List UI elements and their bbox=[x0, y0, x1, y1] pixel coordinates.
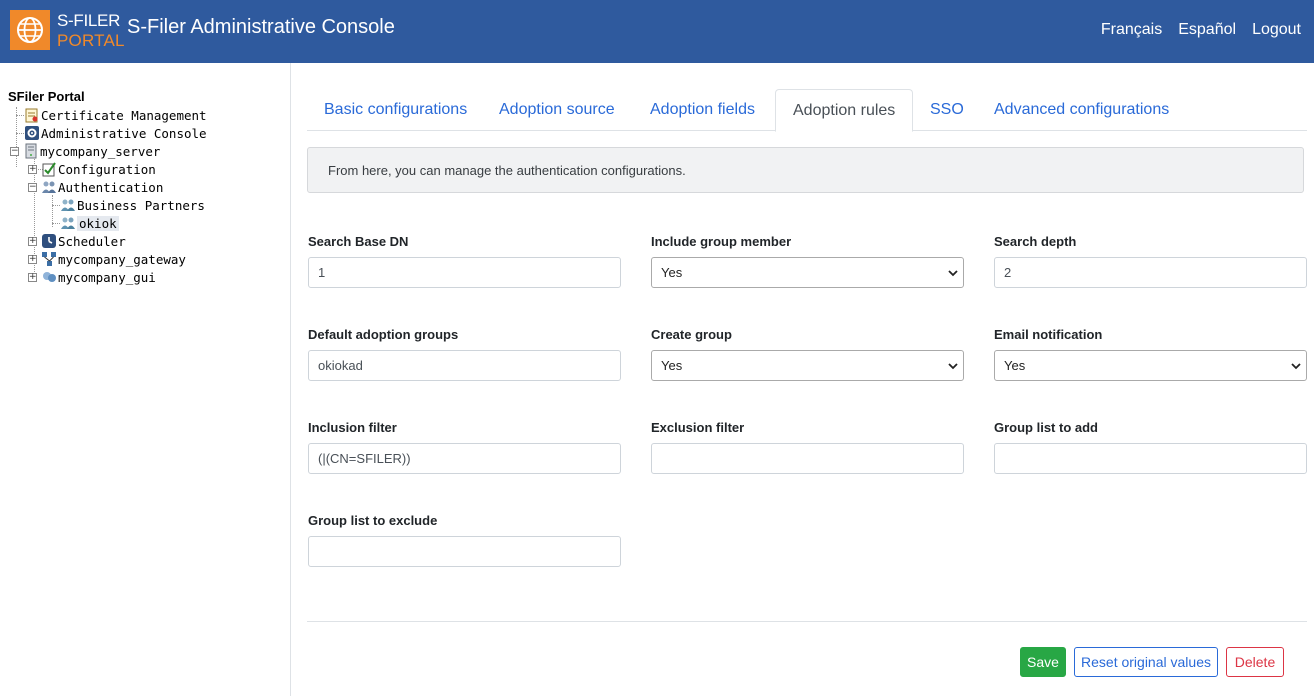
tree-item-mycompany-server[interactable]: − mycompany_server bbox=[10, 142, 160, 160]
brand-line-2: PORTAL bbox=[57, 31, 125, 50]
expand-toggle-icon[interactable]: + bbox=[28, 272, 37, 282]
certificate-icon bbox=[25, 108, 38, 123]
include-group-member-value: Yes bbox=[661, 265, 683, 280]
tab-sso[interactable]: SSO bbox=[913, 89, 981, 131]
tree-item-configuration[interactable]: + Configuration bbox=[28, 160, 156, 178]
tree-item-mycompany-gui[interactable]: + mycompany_gui bbox=[28, 268, 156, 286]
expand-toggle-icon[interactable]: + bbox=[28, 254, 37, 264]
chevron-down-icon bbox=[948, 363, 958, 370]
group-list-exclude-input[interactable] bbox=[308, 536, 621, 567]
collapse-toggle-icon[interactable]: − bbox=[28, 182, 37, 192]
tab-basic-configurations[interactable]: Basic configurations bbox=[307, 89, 484, 131]
server-icon bbox=[25, 143, 37, 159]
group-list-exclude-label: Group list to exclude bbox=[308, 513, 438, 528]
create-group-value: Yes bbox=[661, 358, 683, 373]
brand-line-1: S-FILER bbox=[57, 11, 121, 30]
group-list-add-input[interactable] bbox=[994, 443, 1307, 474]
sidebar: SFiler Portal Certificate Management Adm… bbox=[0, 63, 291, 696]
save-button[interactable]: Save bbox=[1020, 647, 1066, 677]
tab-advanced-configurations[interactable]: Advanced configurations bbox=[977, 89, 1186, 131]
header-links: Français Español Logout bbox=[1101, 21, 1301, 39]
search-depth-input[interactable] bbox=[994, 257, 1307, 288]
delete-button[interactable]: Delete bbox=[1226, 647, 1284, 677]
default-adoption-groups-input[interactable] bbox=[308, 350, 621, 381]
tree-item-authentication[interactable]: − Authentication bbox=[28, 178, 163, 196]
include-group-member-select[interactable]: Yes bbox=[651, 257, 964, 288]
include-group-member-label: Include group member bbox=[651, 234, 792, 249]
checklist-icon bbox=[42, 162, 56, 177]
expand-toggle-icon[interactable]: + bbox=[28, 164, 37, 174]
chevron-down-icon bbox=[1291, 363, 1301, 370]
search-base-dn-label: Search Base DN bbox=[308, 234, 409, 249]
users-group-icon bbox=[42, 181, 56, 193]
email-notification-value: Yes bbox=[1004, 358, 1026, 373]
top-header: S-FILER PORTAL S-Filer Administrative Co… bbox=[0, 0, 1314, 63]
search-base-dn-input[interactable] bbox=[308, 257, 621, 288]
exclusion-filter-input[interactable] bbox=[651, 443, 964, 474]
console-gear-icon bbox=[25, 126, 39, 140]
network-gateway-icon bbox=[42, 252, 56, 266]
users-group-icon bbox=[61, 217, 75, 229]
tab-adoption-rules[interactable]: Adoption rules bbox=[775, 89, 914, 132]
default-adoption-groups-label: Default adoption groups bbox=[308, 327, 459, 342]
email-notification-select[interactable]: Yes bbox=[994, 350, 1307, 381]
link-spanish[interactable]: Español bbox=[1178, 21, 1236, 39]
brand-logo-text: S-FILER PORTAL bbox=[57, 11, 125, 51]
email-notification-label: Email notification bbox=[994, 327, 1103, 342]
tab-adoption-source[interactable]: Adoption source bbox=[482, 89, 632, 131]
create-group-label: Create group bbox=[651, 327, 732, 342]
info-message: From here, you can manage the authentica… bbox=[307, 147, 1304, 193]
tree-root-label: SFiler Portal bbox=[8, 89, 85, 104]
link-logout[interactable]: Logout bbox=[1252, 21, 1301, 39]
tree-item-administrative-console[interactable]: Administrative Console bbox=[24, 124, 207, 142]
exclusion-filter-label: Exclusion filter bbox=[651, 420, 745, 435]
tree-item-okiok[interactable]: okiok bbox=[60, 214, 119, 232]
users-gui-icon bbox=[43, 272, 56, 282]
search-depth-label: Search depth bbox=[994, 234, 1077, 249]
tree-item-scheduler[interactable]: + Scheduler bbox=[28, 232, 126, 250]
expand-toggle-icon[interactable]: + bbox=[28, 236, 37, 246]
tab-bar: Basic configurations Adoption source Ado… bbox=[307, 89, 1307, 132]
group-list-add-label: Group list to add bbox=[994, 420, 1098, 435]
tree-item-business-partners[interactable]: Business Partners bbox=[60, 196, 205, 214]
chevron-down-icon bbox=[948, 270, 958, 277]
reset-original-values-button[interactable]: Reset original values bbox=[1074, 647, 1218, 677]
tree-item-certificate-management[interactable]: Certificate Management bbox=[24, 106, 207, 124]
tab-adoption-fields[interactable]: Adoption fields bbox=[633, 89, 772, 131]
collapse-toggle-icon[interactable]: − bbox=[10, 146, 19, 156]
inclusion-filter-input[interactable] bbox=[308, 443, 621, 474]
globe-logo-icon bbox=[10, 10, 50, 50]
tree-item-mycompany-gateway[interactable]: + mycompany_gateway bbox=[28, 250, 186, 268]
app-title: S-Filer Administrative Console bbox=[127, 16, 395, 38]
form-divider bbox=[307, 621, 1307, 622]
link-french[interactable]: Français bbox=[1101, 21, 1162, 39]
inclusion-filter-label: Inclusion filter bbox=[308, 420, 397, 435]
create-group-select[interactable]: Yes bbox=[651, 350, 964, 381]
clock-icon bbox=[42, 234, 56, 248]
users-group-icon bbox=[61, 199, 75, 211]
